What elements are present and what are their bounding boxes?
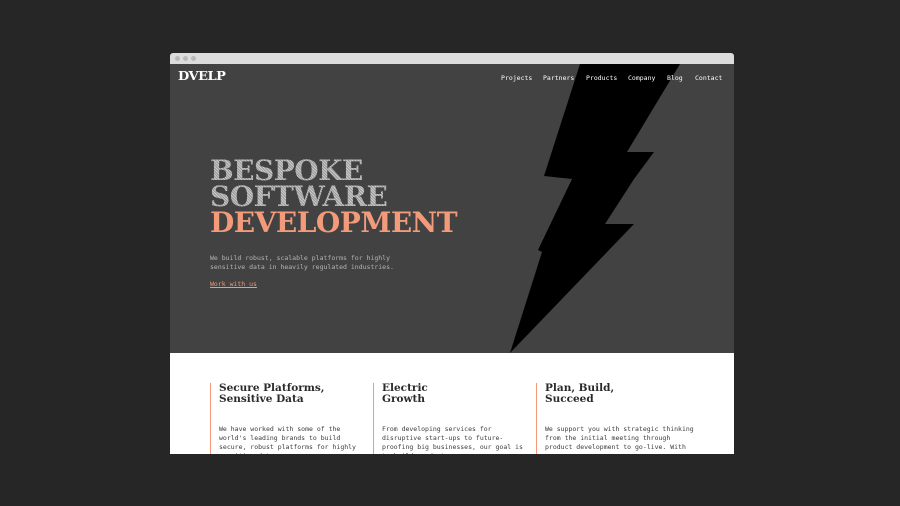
hero-section: DVELP Projects Partners Products Company… — [170, 64, 734, 353]
browser-titlebar — [170, 53, 734, 64]
nav-contact[interactable]: Contact — [695, 74, 722, 82]
browser-window: DVELP Projects Partners Products Company… — [170, 53, 734, 454]
close-window-dot[interactable] — [175, 56, 180, 61]
nav-blog[interactable]: Blog — [667, 74, 683, 82]
feature-title: Plan, Build, Succeed — [545, 382, 615, 405]
feature-title: Electric Growth — [382, 382, 428, 405]
maximize-window-dot[interactable] — [191, 56, 196, 61]
nav-company[interactable]: Company — [628, 74, 655, 82]
work-with-us-link[interactable]: Work with us — [210, 280, 257, 288]
hero-headline: BESPOKE SOFTWARE DEVELOPMENT — [210, 157, 458, 239]
headline-line-3: DEVELOPMENT — [210, 206, 458, 239]
hero-tagline: We build robust, scalable platforms for … — [210, 254, 394, 271]
feature-body: From developing services for disruptive … — [382, 425, 523, 454]
site-logo[interactable]: DVELP — [178, 69, 226, 83]
feature-card-plan-build-succeed: Plan, Build, Succeed We support you with… — [536, 383, 700, 454]
nav-partners[interactable]: Partners — [543, 74, 574, 82]
feature-body: We have worked with some of the world's … — [219, 425, 356, 454]
nav-projects[interactable]: Projects — [501, 74, 532, 82]
feature-body: We support you with strategic thinking f… — [545, 425, 694, 451]
minimize-window-dot[interactable] — [183, 56, 188, 61]
feature-card-secure-platforms: Secure Platforms, Sensitive Data We have… — [210, 383, 374, 454]
feature-title: Secure Platforms, Sensitive Data — [219, 382, 325, 405]
nav-products[interactable]: Products — [586, 74, 617, 82]
feature-card-electric-growth: Electric Growth From developing services… — [373, 383, 537, 454]
features-section: Secure Platforms, Sensitive Data We have… — [170, 353, 734, 454]
